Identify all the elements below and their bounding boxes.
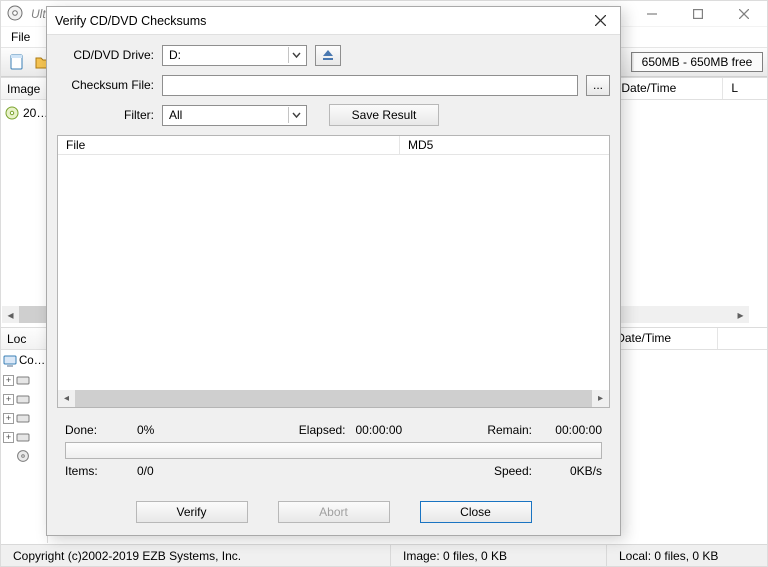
abort-button-label: Abort: [319, 505, 348, 519]
scroll-right-arrow-icon[interactable]: ▸: [592, 390, 609, 407]
local-tree-item[interactable]: +: [3, 428, 45, 446]
maximize-button[interactable]: [675, 1, 721, 26]
verify-button[interactable]: Verify: [136, 501, 248, 523]
file-list-panel: File MD5 ◂ ▸: [57, 135, 610, 408]
close-main-button[interactable]: [721, 1, 767, 26]
file-list-hscrollbar[interactable]: ◂ ▸: [58, 390, 609, 407]
local-tree-item[interactable]: +: [3, 390, 45, 408]
dialog-close-button[interactable]: [580, 7, 620, 34]
col-md5[interactable]: MD5: [400, 136, 609, 154]
file-list-header: File MD5: [58, 136, 609, 155]
image-tree-root-label: 20…: [23, 106, 48, 120]
window-buttons: [629, 1, 767, 26]
dialog-titlebar: Verify CD/DVD Checksums: [47, 7, 620, 35]
dialog-title: Verify CD/DVD Checksums: [55, 14, 580, 28]
drive-icon: [16, 392, 30, 406]
done-label: Done:: [65, 423, 137, 437]
statusbar: Copyright (c)2002-2019 EZB Systems, Inc.…: [1, 544, 767, 566]
browse-button-label: ...: [593, 78, 603, 92]
close-button[interactable]: Close: [420, 501, 532, 523]
expand-icon[interactable]: +: [3, 394, 14, 405]
image-tree-root[interactable]: 20…: [5, 104, 48, 122]
local-tree-item[interactable]: +: [3, 409, 45, 427]
chevron-down-icon: [288, 107, 304, 123]
local-tree-item[interactable]: +: [3, 371, 45, 389]
computer-icon: [3, 354, 17, 368]
image-tree[interactable]: 20…: [1, 100, 52, 127]
capacity-text: 650MB - 650MB free: [642, 55, 753, 69]
elapsed-label: Elapsed:: [278, 423, 346, 437]
cd-drive-icon: [16, 449, 30, 463]
status-image: Image: 0 files, 0 KB: [391, 545, 607, 566]
app-icon: [7, 5, 25, 23]
abort-button[interactable]: Abort: [278, 501, 390, 523]
scroll-left-arrow-icon[interactable]: ◂: [2, 306, 19, 323]
col-date-time[interactable]: Date/Time: [613, 78, 723, 99]
local-tree-item[interactable]: [3, 447, 45, 465]
status-local: Local: 0 files, 0 KB: [607, 545, 767, 566]
items-label: Items:: [65, 464, 137, 478]
local-tree-header: Loc: [1, 328, 47, 350]
filter-label: Filter:: [57, 108, 162, 122]
drive-icon: [16, 411, 30, 425]
minimize-button[interactable]: [629, 1, 675, 26]
scroll-left-arrow-icon[interactable]: ◂: [58, 390, 75, 407]
verify-checksums-dialog: Verify CD/DVD Checksums CD/DVD Drive: D:…: [46, 6, 621, 536]
filter-select[interactable]: All: [162, 105, 307, 126]
speed-value: 0KB/s: [532, 464, 602, 478]
col-extra[interactable]: L: [723, 78, 743, 99]
expand-icon[interactable]: +: [3, 432, 14, 443]
elapsed-value: 00:00:00: [346, 423, 422, 437]
local-tree-root-label: Co…: [19, 355, 45, 367]
local-tree[interactable]: Co… + + + +: [1, 350, 47, 468]
image-tree-header: Image: [1, 78, 52, 100]
save-result-label: Save Result: [352, 108, 417, 122]
progress-bar: [65, 442, 602, 459]
local-tree-panel: Loc Co… + + + +: [1, 328, 48, 543]
verify-button-label: Verify: [176, 505, 206, 519]
drive-icon: [16, 430, 30, 444]
eject-button[interactable]: [315, 45, 341, 66]
capacity-indicator: 650MB - 650MB free: [631, 52, 763, 72]
drive-select-value: D:: [169, 48, 181, 62]
drive-icon: [16, 373, 30, 387]
speed-label: Speed:: [472, 464, 532, 478]
progress-stats: Done: 0% Elapsed: 00:00:00 Remain: 00:00…: [57, 420, 610, 481]
menu-file[interactable]: File: [5, 28, 36, 46]
disc-icon: [5, 106, 19, 120]
remain-label: Remain:: [472, 423, 532, 437]
filter-select-value: All: [169, 108, 182, 122]
browse-button[interactable]: ...: [586, 75, 610, 96]
dialog-buttons: Verify Abort Close: [57, 501, 610, 523]
drive-label: CD/DVD Drive:: [57, 48, 162, 62]
col-date-time[interactable]: Date/Time: [608, 328, 718, 349]
expand-icon[interactable]: +: [3, 413, 14, 424]
eject-icon: [320, 48, 336, 62]
file-list-body[interactable]: [58, 155, 609, 390]
done-value: 0%: [137, 423, 227, 437]
drive-select[interactable]: D:: [162, 45, 307, 66]
items-value: 0/0: [137, 464, 227, 478]
toolbar-new-button[interactable]: [5, 50, 29, 74]
close-button-label: Close: [460, 505, 491, 519]
scroll-right-arrow-icon[interactable]: ▸: [732, 306, 749, 323]
checksum-file-input[interactable]: [162, 75, 578, 96]
checksum-file-label: Checksum File:: [57, 78, 162, 92]
col-file[interactable]: File: [58, 136, 400, 154]
expand-icon[interactable]: +: [3, 375, 14, 386]
chevron-down-icon: [288, 47, 304, 63]
local-tree-root[interactable]: Co…: [3, 352, 45, 370]
remain-value: 00:00:00: [532, 423, 602, 437]
status-copyright: Copyright (c)2002-2019 EZB Systems, Inc.: [1, 545, 391, 566]
save-result-button[interactable]: Save Result: [329, 104, 439, 126]
